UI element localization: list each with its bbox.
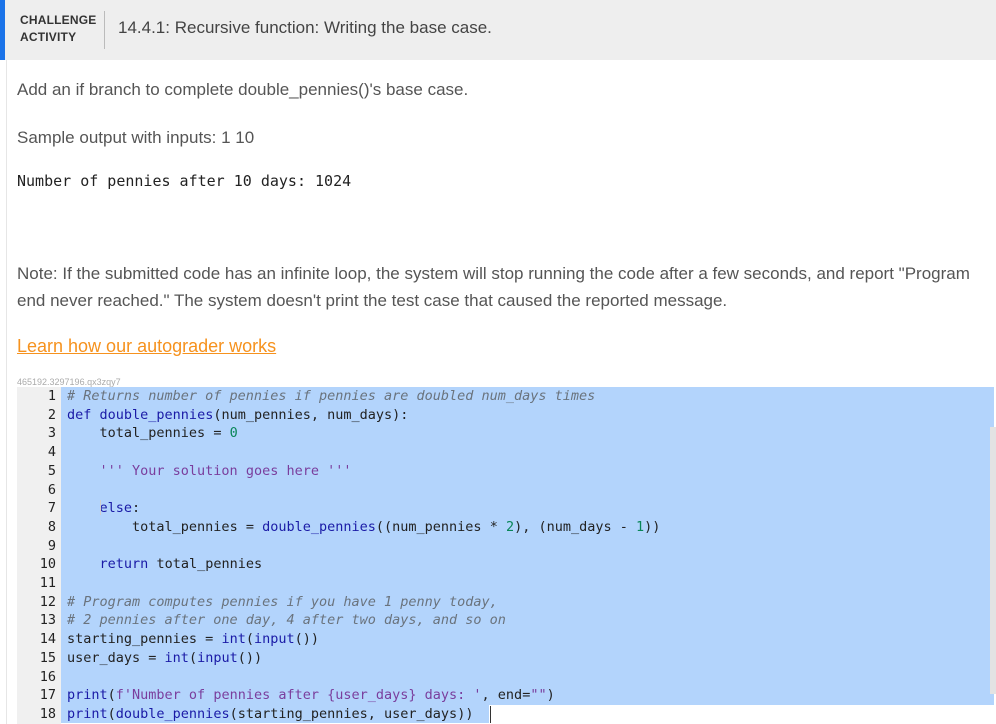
line-number: 17 [39,687,56,704]
code-line[interactable]: 12 # Program computes pennies if you have… [17,593,994,612]
code-text[interactable]: ''' Your solution goes here ''' [67,462,352,481]
code-line[interactable]: 14 starting_pennies = int(input()) [17,630,994,649]
code-line[interactable]: 17 print(f'Number of pennies after {user_… [17,686,994,705]
code-line[interactable]: 11 [17,574,994,593]
line-number: 6 [47,481,56,498]
code-text[interactable]: starting_pennies = int(input()) [67,630,319,649]
code-text[interactable]: else: [67,499,141,518]
code-text[interactable]: def double_pennies(num_pennies, num_days… [67,406,408,425]
line-number: 12 [39,593,56,610]
code-text[interactable]: print(f'Number of pennies after {user_da… [67,686,555,705]
code-text[interactable]: # Program computes pennies if you have 1… [67,593,498,612]
code-line[interactable]: 4 [17,443,994,462]
code-line[interactable]: 2 def double_pennies(num_pennies, num_day… [17,406,994,425]
line-number: 14 [39,631,56,648]
code-line[interactable]: 9 [17,537,994,556]
line-number: 15 [39,649,56,666]
code-line[interactable]: 6 [17,481,994,500]
line-number: 1 [47,388,56,404]
code-line[interactable]: 3 total_pennies = 0 [17,424,994,443]
indent-guide [100,500,101,515]
code-text[interactable]: user_days = int(input()) [67,649,262,668]
infinite-loop-note: Note: If the submitted code has an infin… [17,264,970,310]
code-line[interactable]: 15 user_days = int(input()) [17,649,994,668]
line-number: 2 [47,406,56,423]
code-line[interactable]: 13 # 2 pennies after one day, 4 after two… [17,611,994,630]
code-id: 465192.3297196.qx3zqy7 [17,377,121,387]
code-line[interactable]: 7 else: [17,499,994,518]
header-divider [104,11,105,49]
code-text[interactable]: print(double_pennies(starting_pennies, u… [67,705,473,724]
line-number: 3 [47,425,56,442]
code-text[interactable]: # 2 pennies after one day, 4 after two d… [67,611,506,630]
line-number: 7 [47,500,56,517]
code-line[interactable]: 8 total_pennies = double_pennies((num_pe… [17,518,994,537]
line-number: 4 [47,444,56,461]
challenge-header: CHALLENGE ACTIVITY 14.4.1: Recursive fun… [0,0,996,60]
code-text[interactable]: return total_pennies [67,555,263,574]
code-editor[interactable]: 1 # Returns number of pennies if pennies … [17,387,994,724]
content-left-border [6,60,7,724]
line-number: 13 [39,612,56,629]
line-number: 18 [39,705,56,722]
sample-output-label: Sample output with inputs: 1 10 [17,128,255,147]
line-number: 16 [39,668,56,685]
header-accent-bar [0,0,5,60]
editor-scrollbar[interactable] [990,427,996,694]
line-number: 5 [47,462,56,479]
line-number: 9 [47,537,56,554]
code-line[interactable]: 18 print(double_pennies(starting_pennies,… [17,705,994,724]
activity-title: 14.4.1: Recursive function: Writing the … [118,18,492,37]
autograder-link[interactable]: Learn how our autograder works [17,336,276,357]
line-number: 8 [47,518,56,535]
code-line[interactable]: 10 return total_pennies [17,555,994,574]
code-text[interactable]: total_pennies = 0 [67,424,238,443]
sample-output: Number of pennies after 10 days: 1024 [17,172,352,190]
code-text[interactable]: total_pennies = double_pennies((num_penn… [67,518,660,537]
code-line[interactable]: 1 # Returns number of pennies if pennies … [17,387,994,406]
instructions-text: Add an if branch to complete double_penn… [17,80,469,99]
line-number: 10 [39,556,56,573]
code-line[interactable]: 16 [17,668,994,687]
challenge-activity-label: CHALLENGE ACTIVITY [20,13,97,44]
code-text[interactable]: # Returns number of pennies if pennies a… [67,387,595,406]
line-number: 11 [39,575,56,591]
code-line[interactable]: 5 ''' Your solution goes here ''' [17,462,994,481]
text-cursor [490,706,491,723]
